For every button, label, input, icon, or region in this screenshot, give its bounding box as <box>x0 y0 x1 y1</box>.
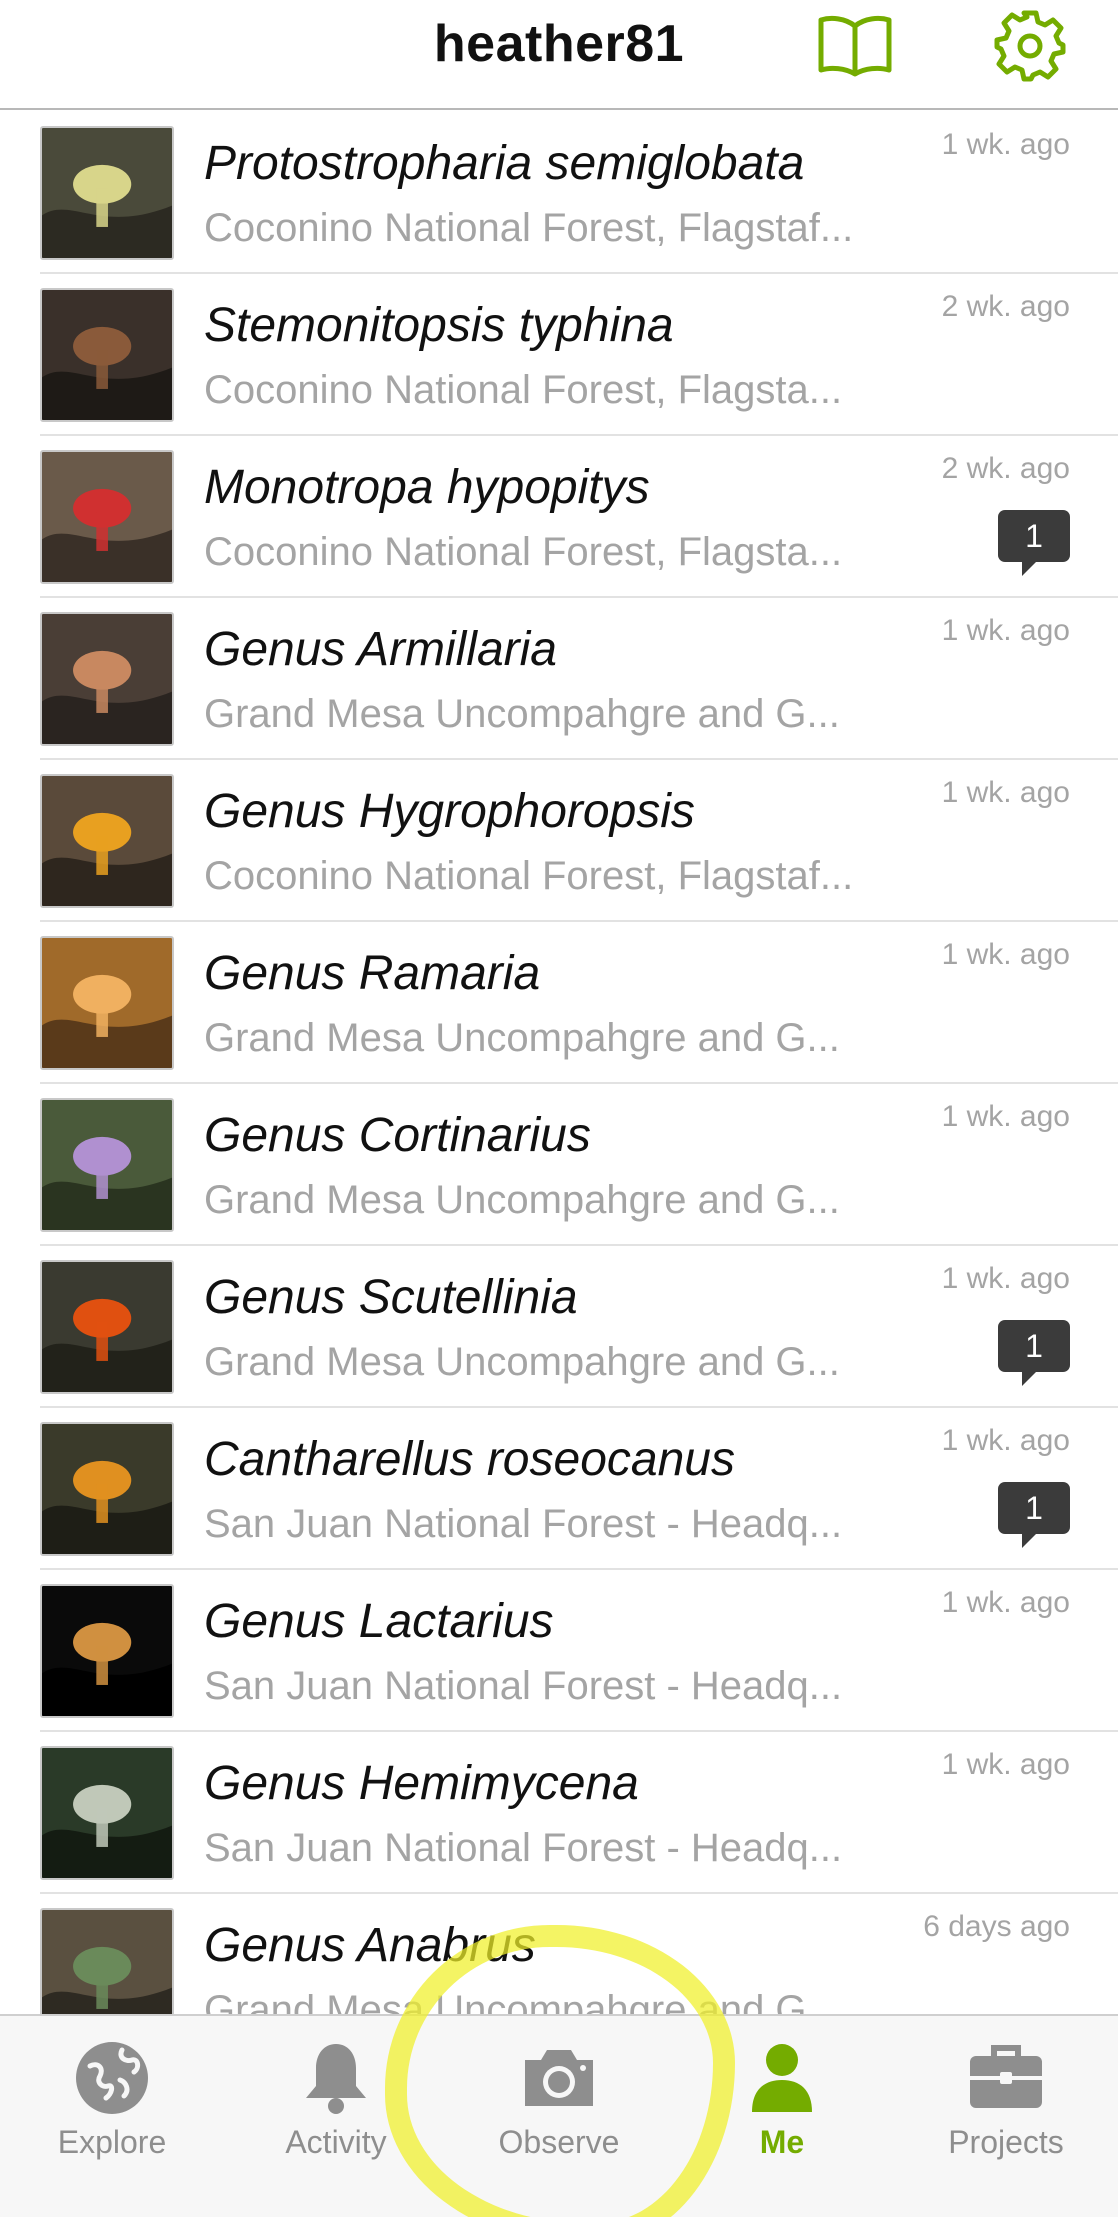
observation-row[interactable]: Stemonitopsis typhina Coconino National F… <box>0 274 1118 436</box>
observation-row[interactable]: Genus Hygrophoropsis Coconino National Fo… <box>0 760 1118 922</box>
observation-photo <box>40 1908 174 2014</box>
observation-place: San Juan National Forest - Headq... <box>204 1826 843 1870</box>
comment-count-badge: 1 <box>998 1320 1070 1386</box>
tab-activity-label: Activity <box>285 2124 387 2160</box>
comment-count-badge: 1 <box>998 510 1070 576</box>
observation-time: 1 wk. ago <box>941 128 1070 161</box>
observation-time: 2 wk. ago <box>941 452 1070 485</box>
observation-time: 2 wk. ago <box>941 290 1070 323</box>
observation-photo <box>40 450 174 584</box>
tab-me-label: Me <box>759 2124 805 2160</box>
tab-observe[interactable]: Observe <box>447 2016 671 2217</box>
book-icon[interactable] <box>815 12 895 78</box>
observation-photo <box>40 288 174 422</box>
observation-name: Genus Hemimycena <box>204 1757 639 1810</box>
observation-row[interactable]: Genus Cortinarius Grand Mesa Uncompahgre … <box>0 1084 1118 1246</box>
observation-time: 1 wk. ago <box>941 614 1070 647</box>
top-bar: heather81 <box>0 0 1118 110</box>
observation-place: Grand Mesa Uncompahgre and G... <box>204 692 840 736</box>
username-title: heather81 <box>433 15 685 73</box>
observation-name: Monotropa hypopitys <box>204 461 650 514</box>
tab-activity[interactable]: Activity <box>224 2016 448 2217</box>
observation-photo <box>40 126 174 260</box>
tab-me[interactable]: Me <box>670 2016 894 2217</box>
observation-photo <box>40 1260 174 1394</box>
tab-explore-label: Explore <box>57 2124 167 2160</box>
comment-count-badge: 1 <box>998 1482 1070 1548</box>
observation-row[interactable]: Genus Ramaria Grand Mesa Uncompahgre and … <box>0 922 1118 1084</box>
observation-time: 1 wk. ago <box>941 1100 1070 1133</box>
observation-name: Genus Anabrus <box>204 1919 536 1972</box>
observation-place: San Juan National Forest - Headq... <box>204 1502 843 1546</box>
observation-name: Genus Hygrophoropsis <box>204 785 695 838</box>
bell-icon <box>306 2044 366 2114</box>
person-icon <box>752 2044 812 2112</box>
camera-icon <box>525 2050 593 2106</box>
observation-list[interactable]: Protostropharia semiglobata Coconino Nati… <box>0 112 1118 2014</box>
observation-name: Genus Cortinarius <box>204 1109 591 1162</box>
observation-photo <box>40 936 174 1070</box>
observation-place: Coconino National Forest, Flagsta... <box>204 368 843 412</box>
observation-row[interactable]: Genus Armillaria Grand Mesa Uncompahgre a… <box>0 598 1118 760</box>
observation-name: Genus Scutellinia <box>204 1271 578 1324</box>
observation-time: 1 wk. ago <box>941 1586 1070 1619</box>
observation-time: 1 wk. ago <box>941 938 1070 971</box>
briefcase-icon <box>970 2045 1042 2108</box>
tab-bar: Explore Activity Observe Me Projects <box>0 2014 1118 2217</box>
observation-name: Cantharellus roseocanus <box>204 1433 735 1486</box>
globe-icon <box>76 2042 148 2114</box>
observation-place: Grand Mesa Uncompahgre and G... <box>204 1988 840 2014</box>
tab-observe-label: Observe <box>498 2124 620 2160</box>
observation-photo <box>40 774 174 908</box>
observation-time: 1 wk. ago <box>941 1748 1070 1781</box>
observation-time: 1 wk. ago <box>941 776 1070 809</box>
observation-name: Protostropharia semiglobata <box>204 137 805 190</box>
observation-place: Coconino National Forest, Flagsta... <box>204 530 843 574</box>
observation-row[interactable]: Genus Lactarius San Juan National Forest … <box>0 1570 1118 1732</box>
observation-name: Genus Ramaria <box>204 947 541 1000</box>
observation-place: San Juan National Forest - Headq... <box>204 1664 843 1708</box>
observation-photo <box>40 1746 174 1880</box>
observation-time: 6 days ago <box>923 1910 1070 1943</box>
tab-projects[interactable]: Projects <box>894 2016 1118 2217</box>
observation-time: 1 wk. ago <box>941 1262 1070 1295</box>
observation-name: Stemonitopsis typhina <box>204 299 674 352</box>
observation-place: Coconino National Forest, Flagstaf... <box>204 854 854 898</box>
observation-place: Coconino National Forest, Flagstaf... <box>204 206 854 250</box>
observation-row[interactable]: Protostropharia semiglobata Coconino Nati… <box>0 112 1118 274</box>
observation-place: Grand Mesa Uncompahgre and G... <box>204 1016 840 1060</box>
observation-row[interactable]: Genus Anabrus Grand Mesa Uncompahgre and … <box>0 1894 1118 2014</box>
gear-icon[interactable] <box>992 8 1068 84</box>
observation-row[interactable]: Genus Hemimycena San Juan National Forest… <box>0 1732 1118 1894</box>
observation-photo <box>40 612 174 746</box>
observation-name: Genus Armillaria <box>204 623 557 676</box>
observation-photo <box>40 1584 174 1718</box>
observation-place: Grand Mesa Uncompahgre and G... <box>204 1340 840 1384</box>
observation-place: Grand Mesa Uncompahgre and G... <box>204 1178 840 1222</box>
tab-explore[interactable]: Explore <box>0 2016 224 2217</box>
observation-time: 1 wk. ago <box>941 1424 1070 1457</box>
observation-photo <box>40 1422 174 1556</box>
observation-name: Genus Lactarius <box>204 1595 554 1648</box>
observation-row[interactable]: Monotropa hypopitys Coconino National For… <box>0 436 1118 598</box>
observation-row[interactable]: Genus Scutellinia Grand Mesa Uncompahgre … <box>0 1246 1118 1408</box>
observation-row[interactable]: Cantharellus roseocanus San Juan National… <box>0 1408 1118 1570</box>
tab-projects-label: Projects <box>948 2124 1064 2160</box>
observation-photo <box>40 1098 174 1232</box>
